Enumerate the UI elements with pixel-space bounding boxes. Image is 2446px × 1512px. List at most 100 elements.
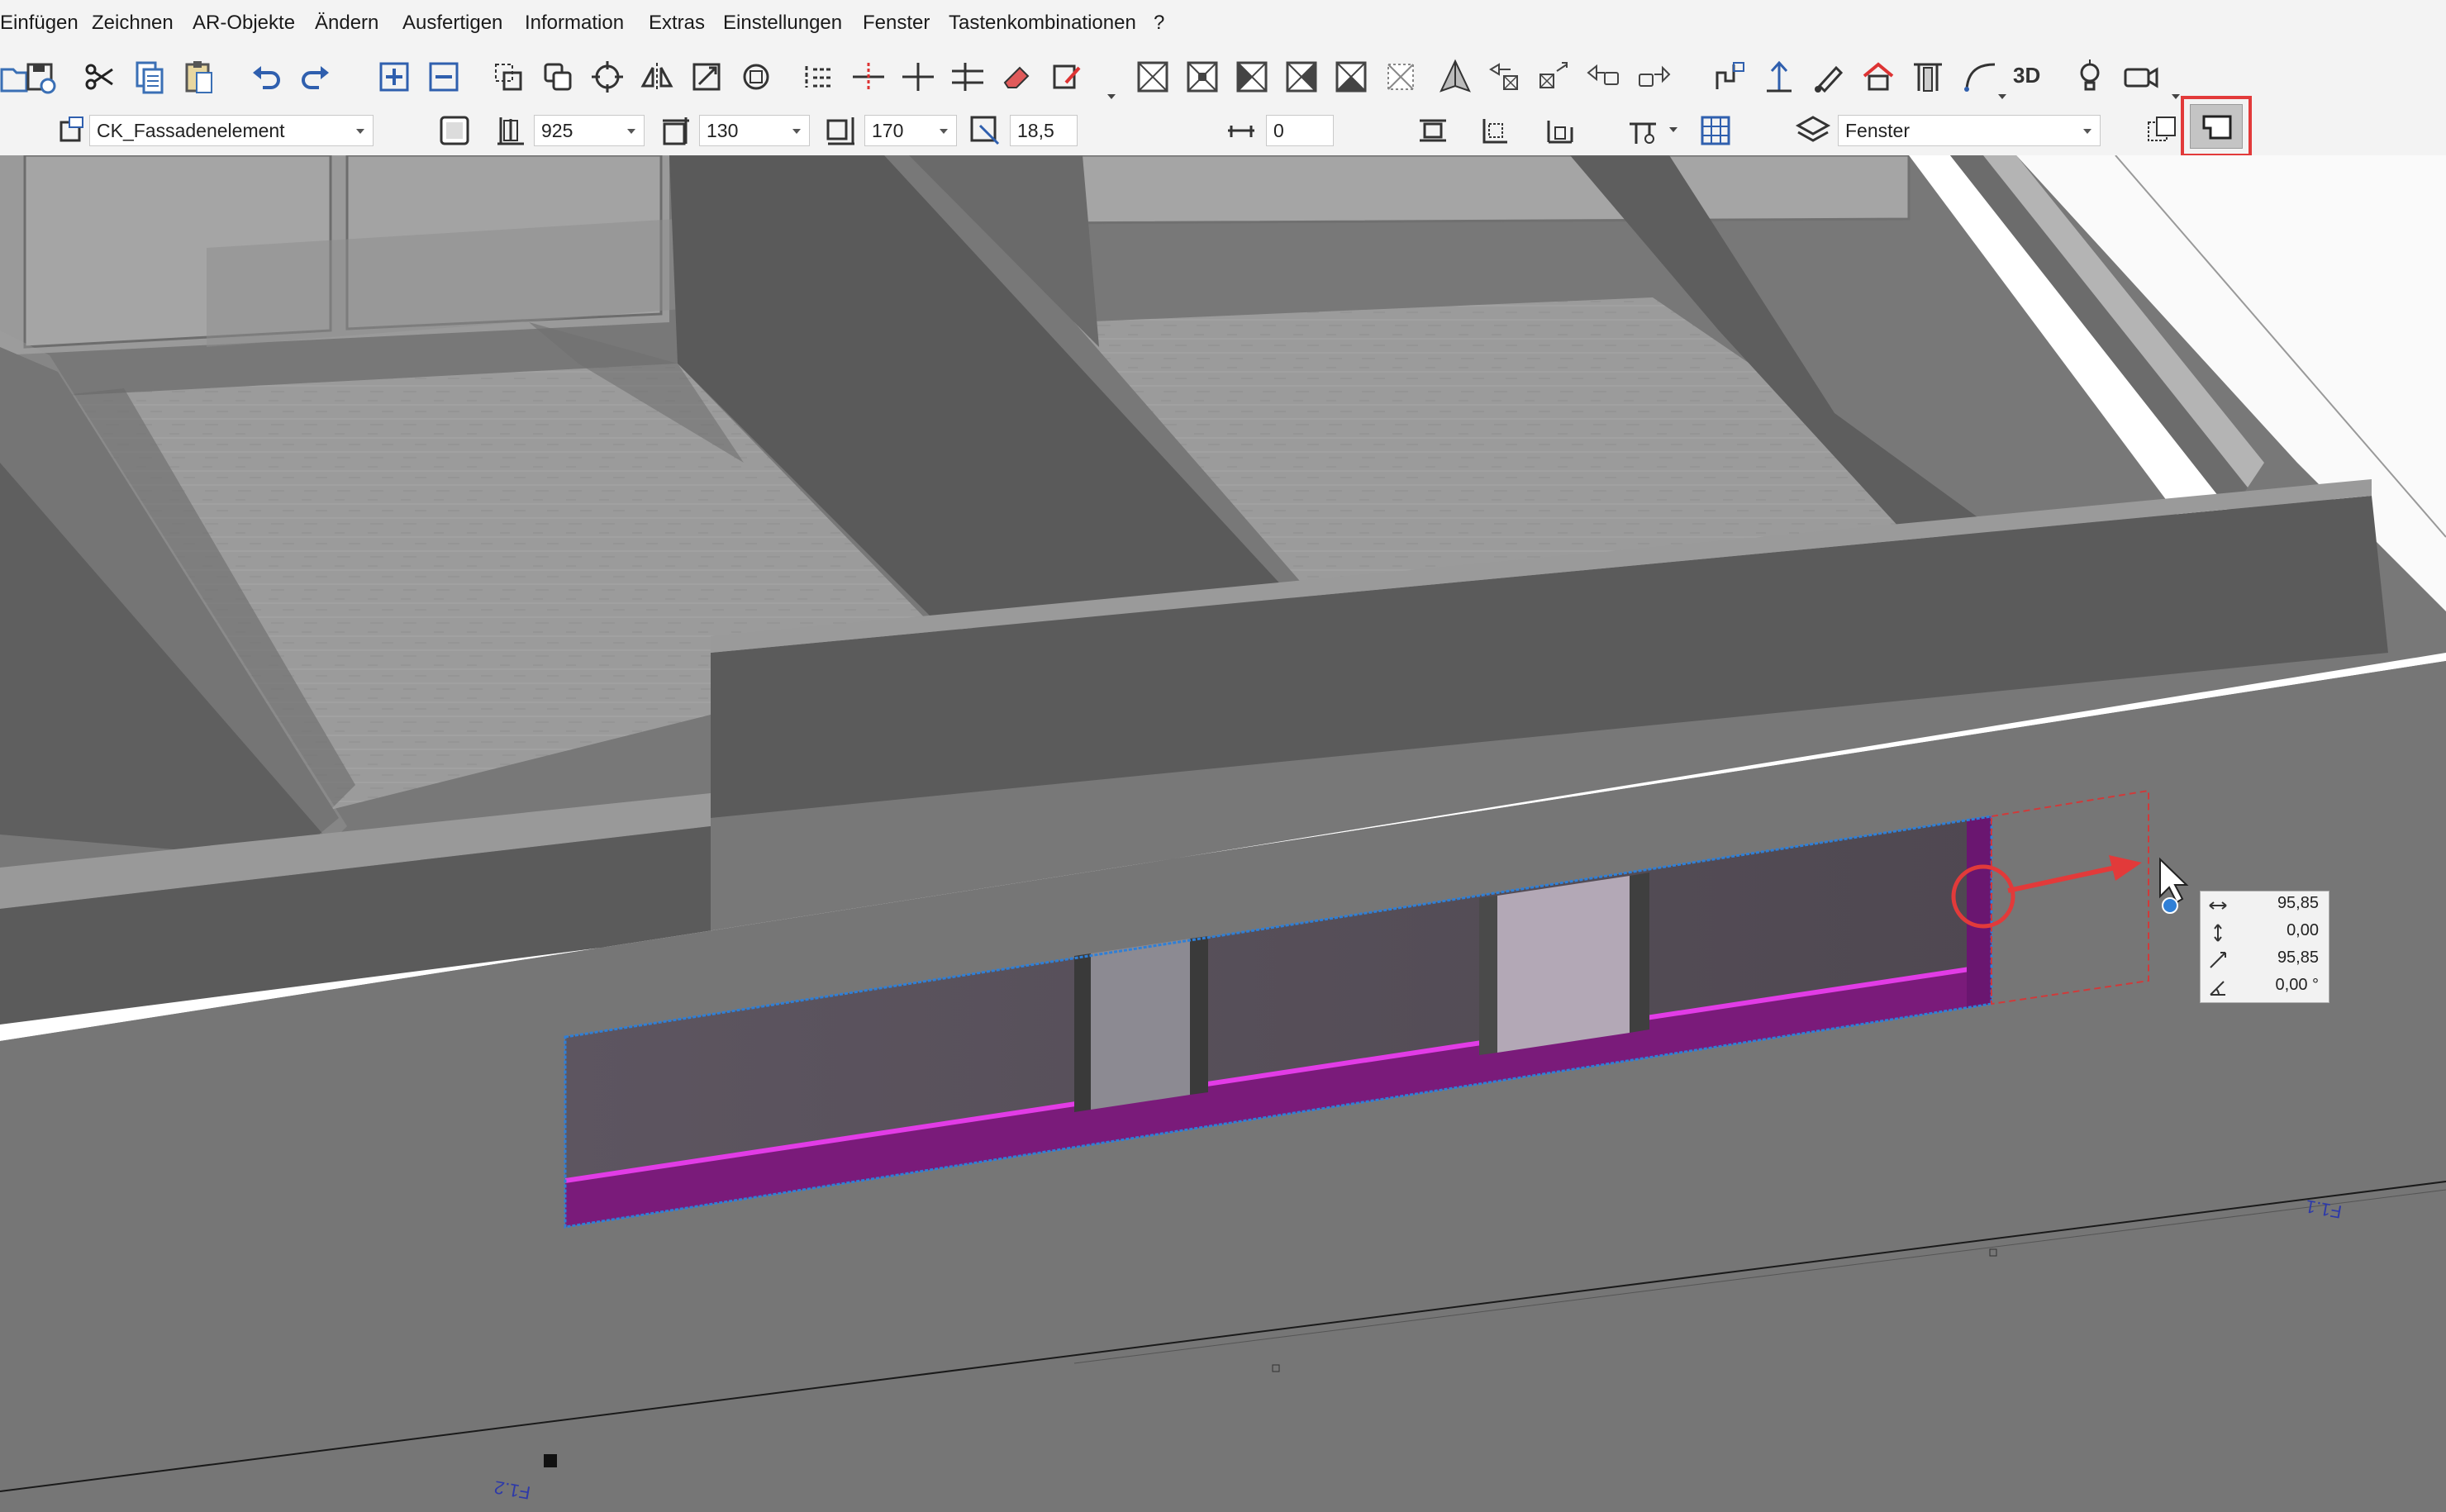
- duplicate-icon[interactable]: [537, 56, 578, 97]
- view-arrow-4-icon[interactable]: [1633, 56, 1674, 97]
- sill-value: 0: [1273, 120, 1284, 141]
- view-arrow-2-icon[interactable]: [1534, 56, 1575, 97]
- stretch-icon[interactable]: [686, 56, 727, 97]
- section-icon[interactable]: [1709, 56, 1750, 97]
- intersect-icon[interactable]: [897, 56, 939, 97]
- properties-toolbar: CK_Fassadenelement 925 130 170 18,5 0 Fe…: [0, 96, 2446, 157]
- angle-icon: [2210, 981, 2225, 996]
- offset-value: 18,5: [1017, 120, 1054, 141]
- readout-distance-row: 95,85: [2201, 946, 2329, 973]
- coordinate-readout: 95,85 0,00 95,85 0,00 °: [2200, 891, 2329, 1003]
- dropdown-arrow-icon[interactable]: [1669, 127, 1677, 132]
- menu-aendern[interactable]: Ändern: [315, 12, 378, 35]
- select-element-icon[interactable]: [2144, 112, 2180, 149]
- readout-dx-row: 95,85: [2201, 892, 2329, 919]
- dropdown-arrow-icon[interactable]: [2172, 94, 2180, 99]
- readout-dy-row: 0,00: [2201, 919, 2329, 946]
- view-6-icon[interactable]: [1380, 56, 1421, 97]
- zoom-out-icon[interactable]: [423, 56, 464, 97]
- depth-input[interactable]: 170: [864, 115, 957, 146]
- cut-icon[interactable]: [79, 56, 121, 97]
- column-icon[interactable]: [1907, 56, 1949, 97]
- view-4-icon[interactable]: [1281, 56, 1322, 97]
- frame-style-icon[interactable]: [436, 112, 473, 149]
- copy-object-icon[interactable]: [488, 56, 529, 97]
- diagonal-arrow-icon: [2210, 952, 2226, 968]
- offset-icon[interactable]: [967, 112, 1003, 149]
- menu-fenster[interactable]: Fenster: [863, 12, 930, 35]
- copy-icon[interactable]: [129, 56, 170, 97]
- width-value: 130: [707, 120, 739, 141]
- menu-ausfertigen[interactable]: Ausfertigen: [402, 12, 502, 35]
- light-icon[interactable]: [2069, 56, 2111, 97]
- save-icon[interactable]: [20, 56, 61, 97]
- menu-einfuegen[interactable]: Einfügen: [0, 12, 79, 35]
- undo-icon[interactable]: [246, 56, 288, 97]
- parallel-icon[interactable]: [947, 56, 988, 97]
- object-name-select[interactable]: CK_Fassadenelement: [89, 115, 374, 146]
- offset-input[interactable]: 18,5: [1010, 115, 1078, 146]
- readout-distance: 95,85: [2277, 949, 2319, 967]
- horizontal-arrow-icon: [2209, 901, 2227, 910]
- dimension-icon[interactable]: [1542, 112, 1578, 149]
- view-arrow-1-icon[interactable]: [1484, 56, 1525, 97]
- menu-information[interactable]: Information: [525, 12, 624, 35]
- vertical-arrow-icon: [2214, 924, 2222, 942]
- 3d-viewport[interactable]: F1.1 F1.2: [0, 155, 2446, 1512]
- width-input[interactable]: 130: [699, 115, 810, 146]
- edit-properties-icon[interactable]: [1046, 56, 1087, 97]
- brush-icon[interactable]: [1808, 56, 1849, 97]
- 3d-button[interactable]: 3D: [2013, 63, 2040, 88]
- opening-shape-icon: [2202, 115, 2232, 140]
- settings-tools-icon[interactable]: [1625, 112, 1661, 149]
- layer-select[interactable]: Fenster: [1838, 115, 2101, 146]
- perspective-icon[interactable]: [1435, 56, 1476, 97]
- height-icon[interactable]: [493, 112, 529, 149]
- view-5-icon[interactable]: [1330, 56, 1372, 97]
- profile-icon[interactable]: [1415, 112, 1451, 149]
- sill-icon[interactable]: [1223, 112, 1259, 149]
- layers-icon[interactable]: [1795, 112, 1831, 149]
- offset-icon[interactable]: [798, 56, 840, 97]
- sill-input[interactable]: 0: [1266, 115, 1334, 146]
- main-toolbar: 3D: [0, 50, 2446, 106]
- readout-angle-row: 0,00 °: [2201, 973, 2329, 1001]
- menu-ar-objekte[interactable]: AR-Objekte: [193, 12, 295, 35]
- elevation-icon[interactable]: [1758, 56, 1800, 97]
- menu-tastenkombinationen[interactable]: Tastenkombinationen: [949, 12, 1136, 35]
- readout-angle: 0,00 °: [2275, 976, 2319, 994]
- curve-icon[interactable]: [1960, 56, 2001, 97]
- view-2-icon[interactable]: [1182, 56, 1223, 97]
- dropdown-arrow-icon[interactable]: [1107, 94, 1116, 99]
- modify-icon[interactable]: [735, 56, 777, 97]
- scene-canvas: [0, 155, 2446, 1512]
- depth-icon[interactable]: [823, 112, 859, 149]
- view-1-icon[interactable]: [1132, 56, 1173, 97]
- redo-icon[interactable]: [294, 56, 335, 97]
- camera-icon[interactable]: [2120, 56, 2162, 97]
- height-input[interactable]: 925: [534, 115, 645, 146]
- divide-icon[interactable]: [848, 56, 889, 97]
- readout-dx: 95,85: [2277, 894, 2319, 912]
- opening-mode-button[interactable]: [2190, 104, 2243, 149]
- grid-icon[interactable]: [1697, 112, 1734, 149]
- paste-icon[interactable]: [178, 56, 220, 97]
- rotate-icon[interactable]: [587, 56, 628, 97]
- depth-value: 170: [872, 120, 904, 141]
- width-icon[interactable]: [658, 112, 694, 149]
- readout-dy: 0,00: [2287, 921, 2319, 939]
- anchor-icon[interactable]: [1478, 112, 1514, 149]
- menu-zeichnen[interactable]: Zeichnen: [92, 12, 174, 35]
- zoom-in-icon[interactable]: [374, 56, 415, 97]
- menu-help[interactable]: ?: [1154, 12, 1164, 35]
- dropdown-arrow-icon[interactable]: [1998, 94, 2006, 99]
- mirror-icon[interactable]: [636, 56, 678, 97]
- menu-einstellungen[interactable]: Einstellungen: [723, 12, 842, 35]
- house-icon[interactable]: [1858, 56, 1899, 97]
- object-name-value: CK_Fassadenelement: [97, 120, 285, 141]
- view-3-icon[interactable]: [1231, 56, 1273, 97]
- menu-extras[interactable]: Extras: [649, 12, 705, 35]
- view-arrow-3-icon[interactable]: [1583, 56, 1625, 97]
- eraser-icon[interactable]: [997, 56, 1038, 97]
- object-type-icon[interactable]: [55, 112, 91, 149]
